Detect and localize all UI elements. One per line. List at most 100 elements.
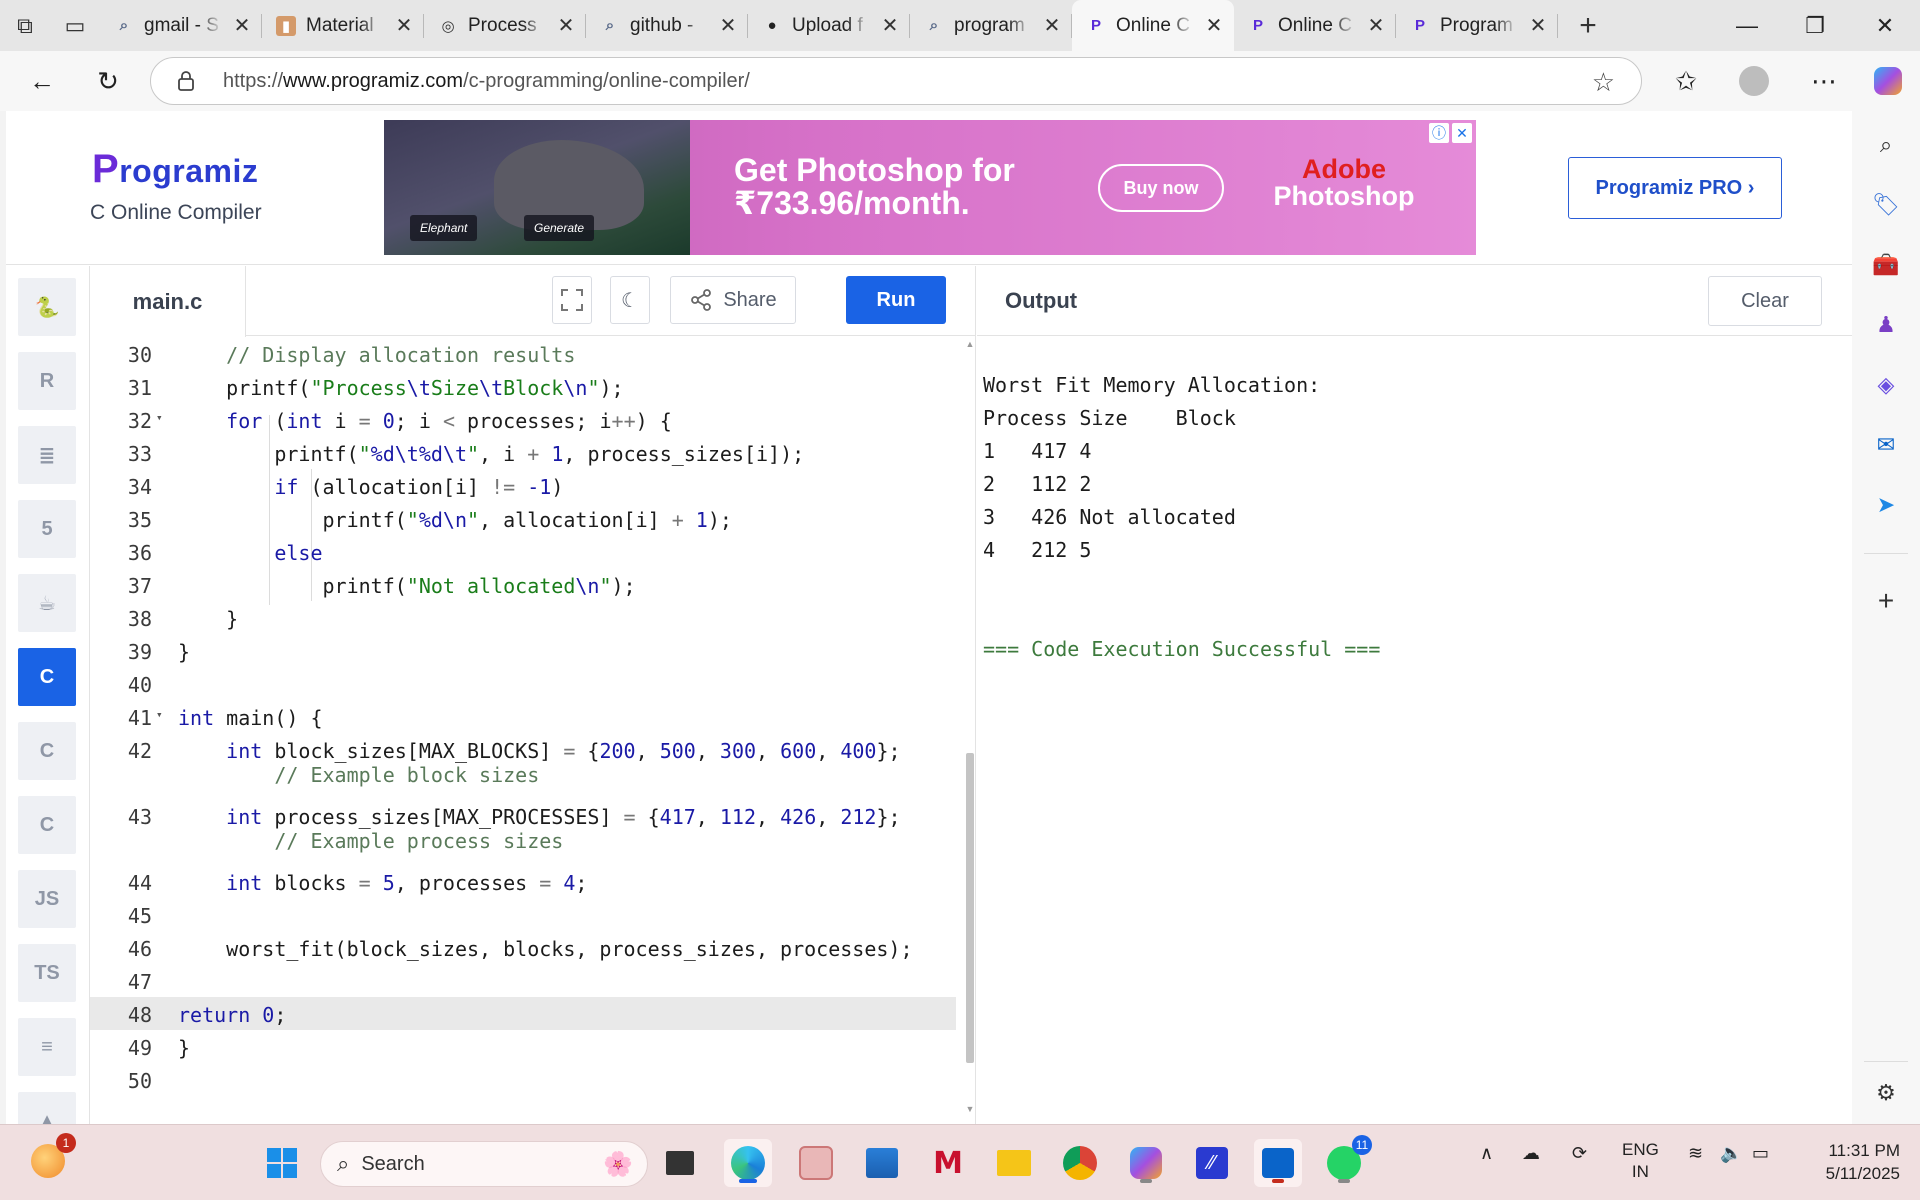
ad-buy-now-button[interactable]: Buy now: [1098, 164, 1224, 212]
vscode-icon[interactable]: ⁄⁄: [1188, 1139, 1236, 1187]
edge-taskbar-icon[interactable]: [724, 1139, 772, 1187]
tab-6[interactable]: P Online C ✕: [1072, 0, 1234, 51]
task-view-icon[interactable]: [656, 1139, 704, 1187]
tools-icon[interactable]: 🧰: [1870, 249, 1902, 281]
sync-icon[interactable]: ⟳: [1572, 1143, 1587, 1164]
restore-button[interactable]: ❐: [1782, 0, 1848, 51]
send-icon[interactable]: ➤: [1870, 489, 1902, 521]
show-hidden-icons[interactable]: ∧: [1480, 1143, 1493, 1164]
python-icon[interactable]: 🐍: [18, 278, 76, 336]
profile-avatar[interactable]: [1732, 59, 1776, 103]
workspaces-icon[interactable]: ⧉: [0, 0, 50, 51]
java-icon[interactable]: ☕: [18, 574, 76, 632]
wifi-icon[interactable]: ≋: [1688, 1143, 1703, 1164]
r-icon[interactable]: R: [18, 352, 76, 410]
js-icon[interactable]: JS: [18, 870, 76, 928]
html-icon[interactable]: 5: [18, 500, 76, 558]
close-tab-icon[interactable]: ✕: [1204, 13, 1224, 38]
run-button[interactable]: Run: [846, 276, 946, 324]
sql-icon[interactable]: ≣: [18, 426, 76, 484]
editor-scrollbar[interactable]: ▲ ▼: [964, 337, 976, 1124]
ts-icon[interactable]: TS: [18, 944, 76, 1002]
scroll-up-icon[interactable]: ▲: [964, 339, 976, 349]
clear-button[interactable]: Clear: [1708, 276, 1822, 326]
back-button[interactable]: ←: [20, 59, 64, 103]
advertisement-banner[interactable]: Elephant Generate Get Photoshop for ₹733.…: [384, 120, 1476, 255]
csharp-icon[interactable]: C: [18, 796, 76, 854]
system-clock[interactable]: 11:31 PM 5/11/2025: [1790, 1139, 1900, 1185]
code-editor-panel: main.c ☾ Share Run 30 // Display allocat…: [90, 266, 976, 1124]
file-explorer-icon[interactable]: [990, 1139, 1038, 1187]
copilot-app-icon[interactable]: ◈: [1870, 369, 1902, 401]
cpp-icon[interactable]: C: [18, 722, 76, 780]
language-indicator[interactable]: ENG IN: [1622, 1139, 1659, 1183]
mcafee-icon[interactable]: Ⅿ: [924, 1139, 972, 1187]
favorites-icon[interactable]: ✩: [1664, 59, 1708, 103]
add-icon[interactable]: +: [1870, 585, 1902, 617]
shopping-tag-icon[interactable]: 🏷: [1870, 189, 1902, 221]
go-icon[interactable]: ≡: [18, 1018, 76, 1076]
tab-2[interactable]: ◎ Process ✕: [424, 0, 586, 51]
close-tab-icon[interactable]: ✕: [1366, 13, 1386, 38]
dark-mode-button[interactable]: ☾: [610, 276, 650, 324]
favorite-star-icon[interactable]: ☆: [1592, 67, 1615, 98]
outlook-icon[interactable]: ✉: [1870, 429, 1902, 461]
weather-widget[interactable]: 1: [24, 1133, 76, 1185]
ad-close-icon[interactable]: ✕: [1452, 123, 1472, 143]
whatsapp-icon[interactable]: 11: [1320, 1135, 1372, 1187]
ad-chip-generate: Generate: [524, 215, 595, 241]
windows-taskbar: 1 ⌕ Search 🌸 Ⅿ ⁄⁄ 11 ∧ ☁ ⟳ ENG IN ≋ 🔈 ▭ 1…: [0, 1124, 1920, 1200]
outlook-taskbar-icon[interactable]: [1254, 1139, 1302, 1187]
copilot-icon[interactable]: [1866, 59, 1910, 103]
more-icon[interactable]: ▲: [18, 1092, 76, 1124]
refresh-button[interactable]: ↻: [86, 59, 130, 103]
fullscreen-button[interactable]: [552, 276, 592, 324]
volume-icon[interactable]: 🔈: [1720, 1143, 1742, 1164]
close-tab-icon[interactable]: ✕: [1042, 13, 1062, 38]
code-area[interactable]: 30 // Display allocation results 31 prin…: [90, 337, 956, 1124]
taskbar-search[interactable]: ⌕ Search 🌸: [320, 1141, 648, 1187]
tab-label: github -: [630, 14, 694, 36]
tab-0[interactable]: ⌕ gmail - S ✕: [100, 0, 262, 51]
ad-info-icon[interactable]: ⓘ: [1429, 123, 1449, 143]
address-bar-row: ← ↻ https://www.programiz.com/c-programm…: [0, 51, 1920, 111]
search-icon[interactable]: ⌕: [1870, 129, 1902, 161]
tab-1[interactable]: ▮ Material ✕: [262, 0, 424, 51]
address-bar[interactable]: https://www.programiz.com/c-programming/…: [150, 57, 1642, 105]
close-tab-icon[interactable]: ✕: [556, 13, 576, 38]
close-tab-icon[interactable]: ✕: [1528, 13, 1548, 38]
close-tab-icon[interactable]: ✕: [394, 13, 414, 38]
close-window-button[interactable]: ✕: [1852, 0, 1918, 51]
microsoft-store-icon[interactable]: [858, 1139, 906, 1187]
gear-icon[interactable]: ⚙: [1870, 1077, 1902, 1109]
tab-7[interactable]: P Online C ✕: [1234, 0, 1396, 51]
search-icon: ⌕: [929, 17, 939, 34]
scroll-down-icon[interactable]: ▼: [964, 1104, 976, 1114]
start-button[interactable]: [258, 1139, 306, 1187]
games-icon[interactable]: ♟: [1870, 309, 1902, 341]
close-tab-icon[interactable]: ✕: [232, 13, 252, 38]
photos-icon[interactable]: [792, 1139, 840, 1187]
output-line: Worst Fit Memory Allocation:: [983, 373, 1321, 397]
share-button[interactable]: Share: [670, 276, 796, 324]
close-tab-icon[interactable]: ✕: [718, 13, 738, 38]
programiz-logo[interactable]: Programiz: [92, 147, 258, 192]
battery-icon[interactable]: ▭: [1752, 1143, 1769, 1164]
file-tab-main-c[interactable]: main.c: [90, 266, 246, 337]
programiz-pro-button[interactable]: Programiz PRO ›: [1568, 157, 1782, 219]
settings-more-icon[interactable]: ⋯: [1802, 59, 1846, 103]
close-tab-icon[interactable]: ✕: [880, 13, 900, 38]
onedrive-icon[interactable]: ☁: [1522, 1143, 1540, 1164]
c-icon[interactable]: C: [18, 648, 76, 706]
copilot-taskbar-icon[interactable]: [1122, 1139, 1170, 1187]
scrollbar-thumb[interactable]: [966, 753, 974, 1063]
tab-8[interactable]: P Program ✕: [1396, 0, 1558, 51]
tab-4[interactable]: ● Upload f ✕: [748, 0, 910, 51]
output-line: === Code Execution Successful ===: [983, 637, 1381, 661]
chrome-icon[interactable]: [1056, 1139, 1104, 1187]
tab-actions-icon[interactable]: ▭: [50, 0, 100, 51]
new-tab-button[interactable]: +: [1558, 0, 1618, 51]
tab-3[interactable]: ⌕ github - ✕: [586, 0, 748, 51]
tab-5[interactable]: ⌕ program ✕: [910, 0, 1072, 51]
minimize-button[interactable]: —: [1714, 0, 1780, 51]
